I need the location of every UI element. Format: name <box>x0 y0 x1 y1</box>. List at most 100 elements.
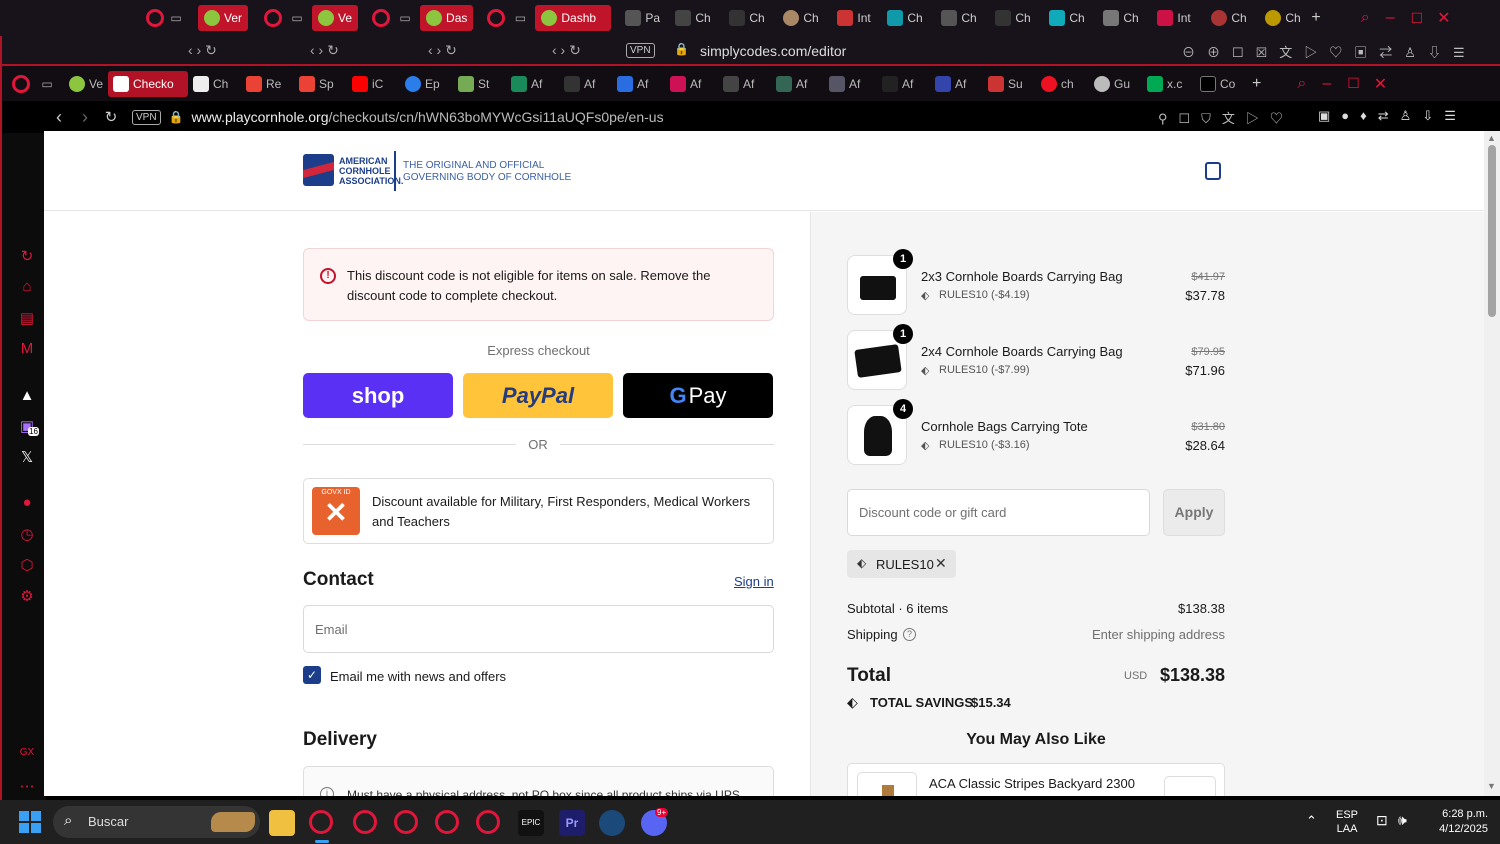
back-url[interactable]: simplycodes.com/editor <box>700 43 846 59</box>
minimize-icon[interactable]: – <box>1322 75 1331 93</box>
close-icon[interactable]: ✕ <box>1374 74 1387 94</box>
taskbar-search[interactable]: ⌕ Buscar <box>53 806 260 838</box>
minimize-icon[interactable]: – <box>1386 9 1395 27</box>
url-field[interactable]: www.playcornhole.org/checkouts/cn/hWN63b… <box>192 109 664 125</box>
help-icon[interactable]: ? <box>903 628 916 641</box>
new-tab-icon[interactable]: + <box>1252 75 1261 93</box>
opera-menu-icon[interactable] <box>12 74 30 93</box>
tab-16[interactable]: Af <box>930 71 983 97</box>
epic-games-icon[interactable]: EPIC <box>518 810 544 836</box>
language-indicator[interactable]: ESP LAA <box>1336 808 1358 836</box>
back-tab-11[interactable]: Ch <box>989 5 1043 31</box>
tab-6[interactable]: Ep <box>400 71 453 97</box>
opera-gx-icon[interactable] <box>309 810 333 834</box>
add-suggested-button[interactable] <box>1164 776 1216 796</box>
tab-9[interactable]: Af <box>559 71 612 97</box>
back-arrow-icon[interactable]: ‹ › ↻ <box>188 42 217 59</box>
back-tab-7[interactable]: Ch <box>777 5 831 31</box>
scroll-down-icon[interactable]: ▼ <box>1487 781 1496 791</box>
google-pay-button[interactable]: G Pay <box>623 373 773 418</box>
back-tab-3[interactable]: Dashb <box>535 5 612 31</box>
vpn-badge[interactable]: VPN <box>626 43 655 58</box>
tab-12[interactable]: Af <box>718 71 771 97</box>
toolbar-icons[interactable]: ⚲☐⛉文▷♡ <box>1158 108 1294 127</box>
reload-icon[interactable]: ↻ <box>98 108 124 126</box>
forward-icon[interactable]: › <box>72 107 98 128</box>
sidebar-more-icon[interactable]: ⋯ <box>18 777 36 795</box>
back-tab-15[interactable]: Ch <box>1205 5 1259 31</box>
page-scrollbar[interactable]: ▲ ▼ <box>1484 131 1500 796</box>
extension-icons[interactable]: ▣●♦⇄♙⇩☰ <box>1318 108 1467 124</box>
back-tab-1[interactable]: Ve <box>312 5 359 31</box>
opera-icon[interactable] <box>146 9 164 27</box>
back-tab-10[interactable]: Ch <box>935 5 989 31</box>
gamepad-icon[interactable]: ▭ <box>164 11 188 25</box>
discount-code-input[interactable]: Discount code or gift card <box>847 489 1150 536</box>
opera-icon[interactable] <box>372 9 391 27</box>
maximize-icon[interactable]: ☐ <box>1347 75 1360 92</box>
close-icon[interactable]: ✕ <box>1437 8 1450 28</box>
sidebar-gx-icon[interactable]: GX <box>18 747 36 765</box>
search-icon[interactable]: ⌕ <box>1361 9 1370 27</box>
newsletter-checkbox[interactable]: ✓ <box>303 666 321 684</box>
scroll-up-icon[interactable]: ▲ <box>1487 133 1496 143</box>
back-tab-5[interactable]: Ch <box>669 5 723 31</box>
tab-checkout[interactable]: Checko <box>108 70 188 97</box>
sidebar-arrow-icon[interactable]: ▲ <box>18 387 36 405</box>
scrollbar-thumb[interactable] <box>1488 145 1496 317</box>
back-arrow-icon[interactable]: ‹ › ↻ <box>310 42 339 59</box>
windows-start-icon[interactable] <box>19 811 41 833</box>
back-tab-8[interactable]: Int <box>831 5 881 31</box>
back-icon[interactable]: ‹ <box>46 107 72 128</box>
back-tab-12[interactable]: Ch <box>1043 5 1097 31</box>
back-tab-13[interactable]: Ch <box>1097 5 1151 31</box>
aca-logo-icon[interactable] <box>303 154 334 186</box>
govx-banner[interactable]: ✕ GOVX ID Discount available for Militar… <box>303 478 774 544</box>
gamepad-icon[interactable]: ▭ <box>505 11 535 25</box>
suggested-product-card[interactable]: ACA Classic Stripes Backyard 2300 <box>847 763 1225 796</box>
network-icon[interactable]: ⊡ <box>1376 812 1388 829</box>
sidebar-m-icon[interactable]: M <box>18 340 36 358</box>
search-icon[interactable]: ⌕ <box>1297 75 1306 93</box>
tab-10[interactable]: Af <box>612 71 665 97</box>
gamepad-icon[interactable]: ▭ <box>282 11 312 25</box>
sidebar-twitch-icon[interactable]: ▤ <box>18 309 36 327</box>
tab-0[interactable]: Ve <box>64 71 108 97</box>
cart-bag-icon[interactable] <box>1205 162 1221 180</box>
vpn-badge[interactable]: VPN <box>132 109 161 125</box>
apply-button[interactable]: Apply <box>1163 489 1225 536</box>
steam-icon[interactable] <box>599 810 625 836</box>
back-arrow-icon[interactable]: ‹ › ↻ <box>428 42 457 59</box>
tab-7[interactable]: St <box>453 71 506 97</box>
tab-14[interactable]: Af <box>824 71 877 97</box>
premiere-icon[interactable]: Pr <box>559 810 585 836</box>
back-tab-0[interactable]: Ver <box>198 5 249 31</box>
maximize-icon[interactable]: ☐ <box>1411 10 1424 27</box>
tab-2[interactable]: Ch <box>188 71 241 97</box>
sidebar-store-icon[interactable]: ⌂ <box>18 278 36 296</box>
opera-gx-icon[interactable] <box>394 810 418 834</box>
sidebar-music-icon[interactable]: ● <box>18 494 36 512</box>
tab-11[interactable]: Af <box>665 71 718 97</box>
tab-19[interactable]: Gu <box>1089 71 1142 97</box>
tab-18[interactable]: ch <box>1036 71 1089 97</box>
gamepad-icon[interactable]: ▭ <box>30 77 64 91</box>
gamepad-icon[interactable]: ▭ <box>390 11 420 25</box>
back-tab-16[interactable]: Ch <box>1259 5 1305 31</box>
sidebar-settings-icon[interactable]: ⚙ <box>18 587 36 605</box>
shop-pay-button[interactable]: shop <box>303 373 453 418</box>
back-tab-14[interactable]: Int <box>1151 5 1205 31</box>
tab-5[interactable]: iC <box>347 71 400 97</box>
sidebar-history-icon[interactable]: ◷ <box>18 525 36 543</box>
opera-gx-icon[interactable] <box>353 810 377 834</box>
tab-8[interactable]: Af <box>506 71 559 97</box>
back-tab-4[interactable]: Pa <box>619 5 669 31</box>
sidebar-refresh-icon[interactable]: ↻ <box>18 247 36 265</box>
tab-20[interactable]: x.c <box>1142 71 1195 97</box>
tab-4[interactable]: Sp <box>294 71 347 97</box>
sign-in-link[interactable]: Sign in <box>734 574 774 589</box>
toolbar-icons[interactable]: ⊖⊕☐☒文▷♡▣⇄♙⇩☰ <box>1182 42 1477 61</box>
tab-3[interactable]: Re <box>241 71 294 97</box>
sidebar-extensions-icon[interactable]: ⬡ <box>18 556 36 574</box>
file-explorer-icon[interactable] <box>269 810 295 836</box>
